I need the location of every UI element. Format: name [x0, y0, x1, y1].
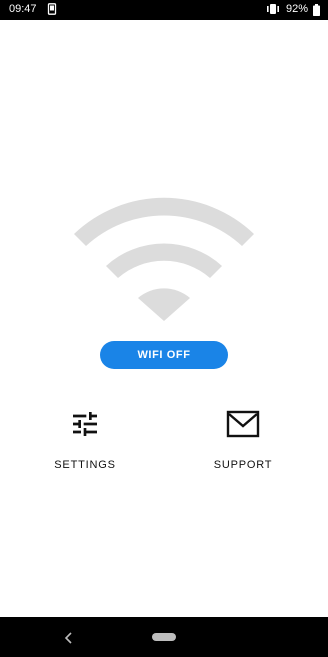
- home-pill-icon[interactable]: [152, 633, 176, 641]
- status-time: 09:47: [9, 3, 37, 15]
- wifi-toggle-button[interactable]: WIFI OFF: [100, 341, 228, 369]
- cast-icon: [47, 3, 57, 18]
- settings-label: SETTINGS: [54, 459, 116, 471]
- mail-icon: [193, 408, 293, 445]
- support-button[interactable]: SUPPORT: [193, 408, 293, 471]
- sliders-icon: [35, 408, 135, 445]
- battery-icon: [313, 4, 320, 19]
- battery-percentage: 92%: [286, 3, 309, 15]
- support-label: SUPPORT: [213, 459, 273, 471]
- vibrate-icon: [266, 3, 280, 18]
- status-bar: 09:47 92%: [0, 0, 328, 20]
- back-icon[interactable]: [64, 631, 74, 649]
- wifi-icon: [64, 186, 264, 331]
- settings-button[interactable]: SETTINGS: [35, 408, 135, 471]
- navigation-bar: [0, 617, 328, 657]
